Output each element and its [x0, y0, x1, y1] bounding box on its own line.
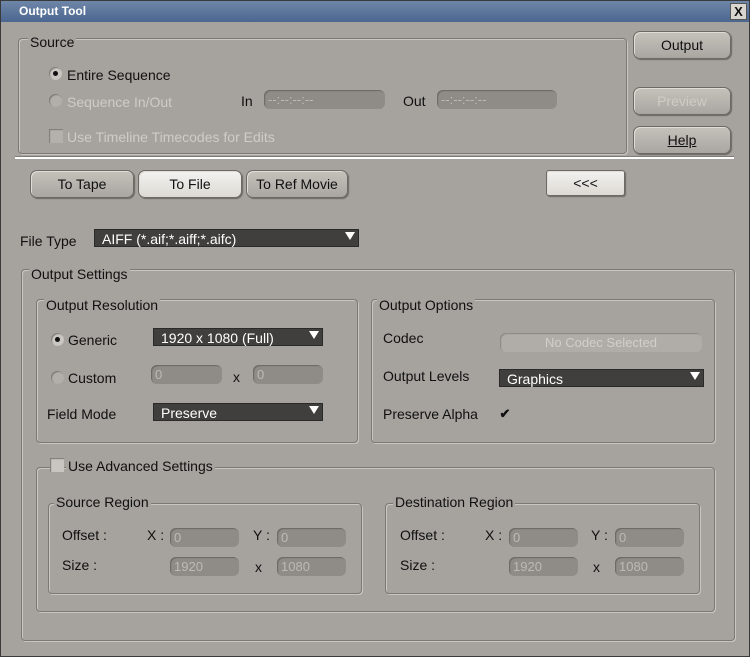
source-size-w-field[interactable]: 1920: [170, 557, 239, 576]
destination-size-label: Size :: [400, 557, 436, 573]
out-timecode-field[interactable]: --:--:--:--: [437, 90, 557, 109]
window-title: Output Tool: [19, 4, 87, 18]
source-y-label: Y :: [253, 527, 270, 543]
resolution-select[interactable]: 1920 x 1080 (Full): [153, 328, 323, 346]
use-timeline-checkbox[interactable]: [49, 129, 63, 143]
tab-to-file[interactable]: To File: [138, 170, 242, 198]
custom-radio[interactable]: [51, 371, 64, 384]
destination-offset-y-field[interactable]: 0: [615, 528, 684, 547]
output-levels-label: Output Levels: [383, 368, 470, 384]
file-type-select[interactable]: AIFF (*.aif;*.aiff;*.aifc): [94, 229, 359, 247]
output-levels-select[interactable]: Graphics: [499, 369, 704, 387]
destination-region-group: [385, 503, 700, 594]
destination-x-label: X :: [485, 527, 503, 543]
entire-sequence-radio[interactable]: [49, 67, 62, 80]
preserve-alpha-label: Preserve Alpha: [383, 406, 478, 422]
generic-label: Generic: [68, 332, 118, 348]
codec-field[interactable]: No Codec Selected: [500, 333, 702, 352]
in-label: In: [241, 93, 253, 109]
help-button-label: Help: [667, 132, 697, 148]
sequence-in-out-radio[interactable]: [49, 94, 62, 107]
output-options-legend: Output Options: [377, 297, 476, 313]
codec-label: Codec: [383, 330, 424, 346]
field-mode-label: Field Mode: [47, 406, 117, 422]
custom-x-label: x: [233, 369, 240, 385]
close-icon[interactable]: X: [730, 3, 747, 20]
source-offset-y-field[interactable]: 0: [277, 528, 346, 547]
use-advanced-settings-label: Use Advanced Settings: [66, 458, 215, 474]
collapse-button[interactable]: <<<: [546, 170, 625, 196]
resolution-value: 1920 x 1080 (Full): [161, 330, 274, 346]
source-x-label: X :: [147, 527, 165, 543]
destination-region-legend: Destination Region: [393, 494, 516, 510]
file-type-label: File Type: [20, 233, 77, 249]
tab-to-ref-movie[interactable]: To Ref Movie: [246, 170, 348, 198]
title-bar[interactable]: Output Tool X: [1, 1, 749, 22]
destination-offset-x-field[interactable]: 0: [509, 528, 578, 547]
preview-button[interactable]: Preview: [633, 87, 731, 115]
field-mode-value: Preserve: [161, 405, 218, 421]
separator: [15, 156, 734, 159]
destination-y-label: Y :: [591, 527, 608, 543]
custom-height-field[interactable]: 0: [253, 365, 323, 384]
source-offset-label: Offset :: [62, 527, 107, 543]
output-button[interactable]: Output: [633, 31, 731, 59]
output-resolution-legend: Output Resolution: [44, 297, 161, 313]
destination-size-h-field[interactable]: 1080: [615, 557, 684, 576]
chevron-down-icon: [309, 331, 319, 339]
source-size-label: Size :: [62, 557, 98, 573]
help-button[interactable]: Help: [633, 126, 731, 154]
source-region-group: [48, 503, 362, 594]
generic-radio[interactable]: [51, 333, 64, 346]
chevron-down-icon: [345, 232, 355, 240]
destination-size-x-label: x: [593, 559, 600, 575]
output-settings-legend: Output Settings: [29, 266, 130, 282]
field-mode-select[interactable]: Preserve: [153, 403, 323, 421]
file-type-value: AIFF (*.aif;*.aiff;*.aifc): [102, 231, 237, 247]
destination-size-w-field[interactable]: 1920: [509, 557, 578, 576]
chevron-down-icon: [309, 406, 319, 414]
in-timecode-field[interactable]: --:--:--:--: [264, 90, 385, 109]
source-offset-x-field[interactable]: 0: [170, 528, 239, 547]
out-label: Out: [403, 93, 426, 109]
sequence-in-out-label: Sequence In/Out: [67, 94, 173, 110]
tab-to-tape[interactable]: To Tape: [30, 170, 134, 198]
custom-width-field[interactable]: 0: [151, 365, 222, 384]
custom-label: Custom: [68, 370, 117, 386]
destination-offset-label: Offset :: [400, 527, 445, 543]
source-region-legend: Source Region: [54, 494, 151, 510]
entire-sequence-label: Entire Sequence: [67, 67, 171, 83]
output-levels-value: Graphics: [507, 371, 564, 387]
chevron-down-icon: [690, 372, 700, 380]
source-size-x-label: x: [255, 559, 262, 575]
use-advanced-settings-checkbox[interactable]: [50, 458, 64, 472]
source-size-h-field[interactable]: 1080: [277, 557, 346, 576]
preserve-alpha-checkbox[interactable]: ✔: [498, 407, 512, 421]
use-timeline-label: Use Timeline Timecodes for Edits: [67, 129, 275, 145]
output-tool-window: Output Tool X Source Entire Sequence Seq…: [0, 0, 750, 657]
source-legend: Source: [28, 34, 77, 50]
